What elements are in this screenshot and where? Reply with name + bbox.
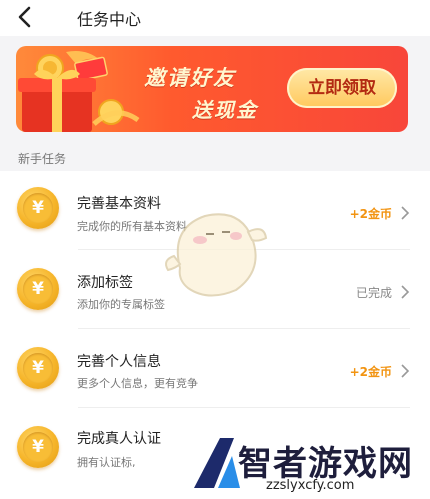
chevron-right-icon: [401, 285, 410, 299]
task-title: 完善基本资料: [77, 196, 161, 212]
task-description: 拥有认证标,: [77, 456, 136, 469]
site-watermark-url: zzslyxcfy.com: [266, 478, 355, 493]
task-status: 已完成: [355, 286, 392, 300]
gift-box-icon: [18, 51, 140, 132]
top-bar: 任务中心: [0, 0, 430, 36]
task-title: 添加标签: [77, 275, 133, 291]
coin-icon: ¥: [17, 268, 59, 310]
task-title: 完善个人信息: [77, 354, 161, 370]
coin-icon: ¥: [17, 187, 59, 229]
mascot-watermark-icon: [165, 213, 268, 297]
task-title: 完成真人认证: [77, 431, 161, 447]
coin-icon: ¥: [17, 426, 59, 468]
claim-now-button[interactable]: 立即领取: [287, 68, 397, 108]
coin-icon: ¥: [17, 347, 59, 389]
banner-headline: 邀请好友: [144, 66, 236, 90]
task-reward: +2金币: [349, 207, 392, 221]
task-reward: +2金币: [349, 365, 392, 379]
section-label: 新手任务: [18, 152, 67, 166]
chevron-right-icon: [401, 206, 410, 220]
task-description: 更多个人信息，更有竞争: [77, 377, 198, 390]
task-description: 添加你的专属标签: [77, 298, 165, 311]
back-arrow-icon[interactable]: [14, 5, 36, 29]
banner-subheadline: 送现金: [192, 98, 258, 122]
chevron-right-icon: [401, 364, 410, 378]
invite-banner[interactable]: 邀请好友 送现金 立即领取: [16, 46, 408, 132]
page-title: 任务中心: [77, 10, 142, 29]
task-row[interactable]: ¥ 完善个人信息 更多个人信息，更有竞争 +2金币: [0, 329, 430, 408]
